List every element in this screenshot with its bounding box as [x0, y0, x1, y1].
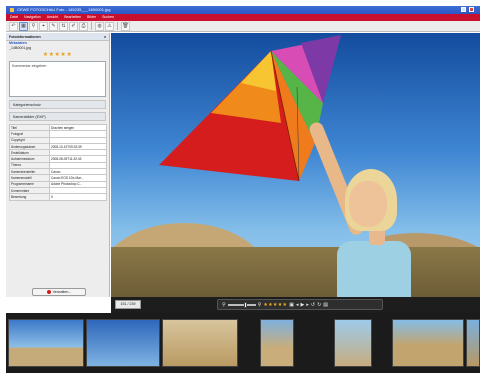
photo-person-body: [337, 241, 411, 297]
exif-value[interactable]: 5: [49, 193, 107, 201]
trash-icon[interactable]: 🗑: [121, 21, 130, 31]
close-window-button[interactable]: [469, 7, 474, 12]
section-categories[interactable]: Kategorienschutz: [9, 100, 106, 109]
warning-icon[interactable]: ⚠: [105, 21, 114, 31]
page-counter: 151 / 239: [115, 300, 141, 309]
sidebar-close-button[interactable]: x: [104, 33, 106, 41]
rotate-right-icon[interactable]: ↻: [317, 302, 321, 308]
rating-stars[interactable]: ★★★★★: [6, 51, 109, 59]
viewer-statusbar: 151 / 239 ⚲ ⚲ ★★★★★ ▣ ◂ ▶ ▸ ↺ ↻ ▤: [111, 297, 480, 313]
fullscreen-icon[interactable]: ▣: [289, 302, 294, 308]
toolbar-separator: [91, 22, 92, 30]
filmstrip-thumb[interactable]: [86, 319, 160, 367]
crop-icon[interactable]: ⌖: [39, 21, 48, 31]
menu-bar: Datei Navigation Ansicht Bearbeiten Bild…: [6, 14, 480, 21]
filmstrip-thumb[interactable]: [260, 319, 294, 367]
sidebar-title: Fotoinformationen: [9, 35, 41, 39]
zoom-out-icon[interactable]: ⚲: [222, 302, 226, 308]
exif-table: Titel Drachen steigen Fotograf Copyright Änd…: [9, 123, 107, 201]
filmstrip: [6, 313, 480, 373]
toolbar: ↶ ▦ ⚲ ⌖ ✎ ⇅ ✐ ⎙ ◍ ⚠ 🗑: [6, 21, 480, 32]
filmstrip-thumb[interactable]: [162, 319, 238, 367]
exif-row: Bewertung 5: [9, 193, 107, 201]
filmstrip-thumb[interactable]: [334, 319, 372, 367]
minimize-button[interactable]: [461, 7, 466, 12]
section-exif[interactable]: Kamerabilder (EXIF): [9, 112, 106, 121]
menu-file[interactable]: Datei: [10, 14, 18, 21]
back-icon[interactable]: ↶: [9, 21, 18, 31]
info-sidebar: Fotoinformationen x Metadaten _14B0001.j…: [6, 33, 110, 297]
filmstrip-thumb[interactable]: [8, 319, 84, 367]
next-icon[interactable]: ▸: [306, 302, 309, 308]
app-icon: [10, 7, 14, 12]
rotate-left-icon[interactable]: ↺: [311, 302, 315, 308]
comment-textarea[interactable]: Kommentar eingeben: [9, 61, 106, 97]
sidebar-header: Fotoinformationen x: [6, 33, 109, 41]
menu-navigation[interactable]: Navigation: [24, 14, 41, 21]
tools-icon[interactable]: ✎: [49, 21, 58, 31]
kite-image: [159, 35, 341, 182]
exif-key: Bewertung: [9, 193, 50, 201]
zoom-slider-thumb[interactable]: [243, 301, 247, 308]
print-icon[interactable]: ⎙: [79, 21, 88, 31]
prev-icon[interactable]: ◂: [296, 302, 299, 308]
window-title: CEWE FOTOSCHAU Foto - 145235___14B0001.j…: [17, 7, 111, 12]
pen-icon[interactable]: ✐: [69, 21, 78, 31]
viewer-rating-stars[interactable]: ★★★★★: [263, 302, 287, 308]
photo-viewer[interactable]: [111, 33, 480, 297]
sort-icon[interactable]: ⇅: [59, 21, 68, 31]
menu-images[interactable]: Bilder: [87, 14, 96, 21]
menu-edit[interactable]: Bearbeiten: [64, 14, 81, 21]
manage-button-label: Verwalten...: [52, 290, 72, 294]
filmstrip-thumb[interactable]: [392, 319, 464, 367]
window-titlebar: CEWE FOTOSCHAU Foto - 145235___14B0001.j…: [6, 6, 480, 14]
filmstrip-thumb[interactable]: [466, 319, 480, 367]
toolbar-separator: [117, 22, 118, 30]
zoom-slider[interactable]: [227, 301, 256, 308]
manage-icon: [46, 290, 51, 295]
photo-person-face: [349, 181, 387, 227]
menu-search[interactable]: Suchen: [102, 14, 114, 21]
delete-icon[interactable]: ▤: [323, 302, 328, 308]
zoom-icon[interactable]: ⚲: [29, 21, 38, 31]
manage-button[interactable]: Verwalten...: [32, 288, 86, 296]
menu-view[interactable]: Ansicht: [47, 14, 58, 21]
grid-icon[interactable]: ▦: [19, 21, 28, 31]
viewer-controls: ⚲ ⚲ ★★★★★ ▣ ◂ ▶ ▸ ↺ ↻ ▤: [217, 299, 383, 310]
zoom-in-icon[interactable]: ⚲: [258, 302, 262, 308]
globe-icon[interactable]: ◍: [95, 21, 104, 31]
slideshow-icon[interactable]: ▶: [301, 302, 305, 308]
